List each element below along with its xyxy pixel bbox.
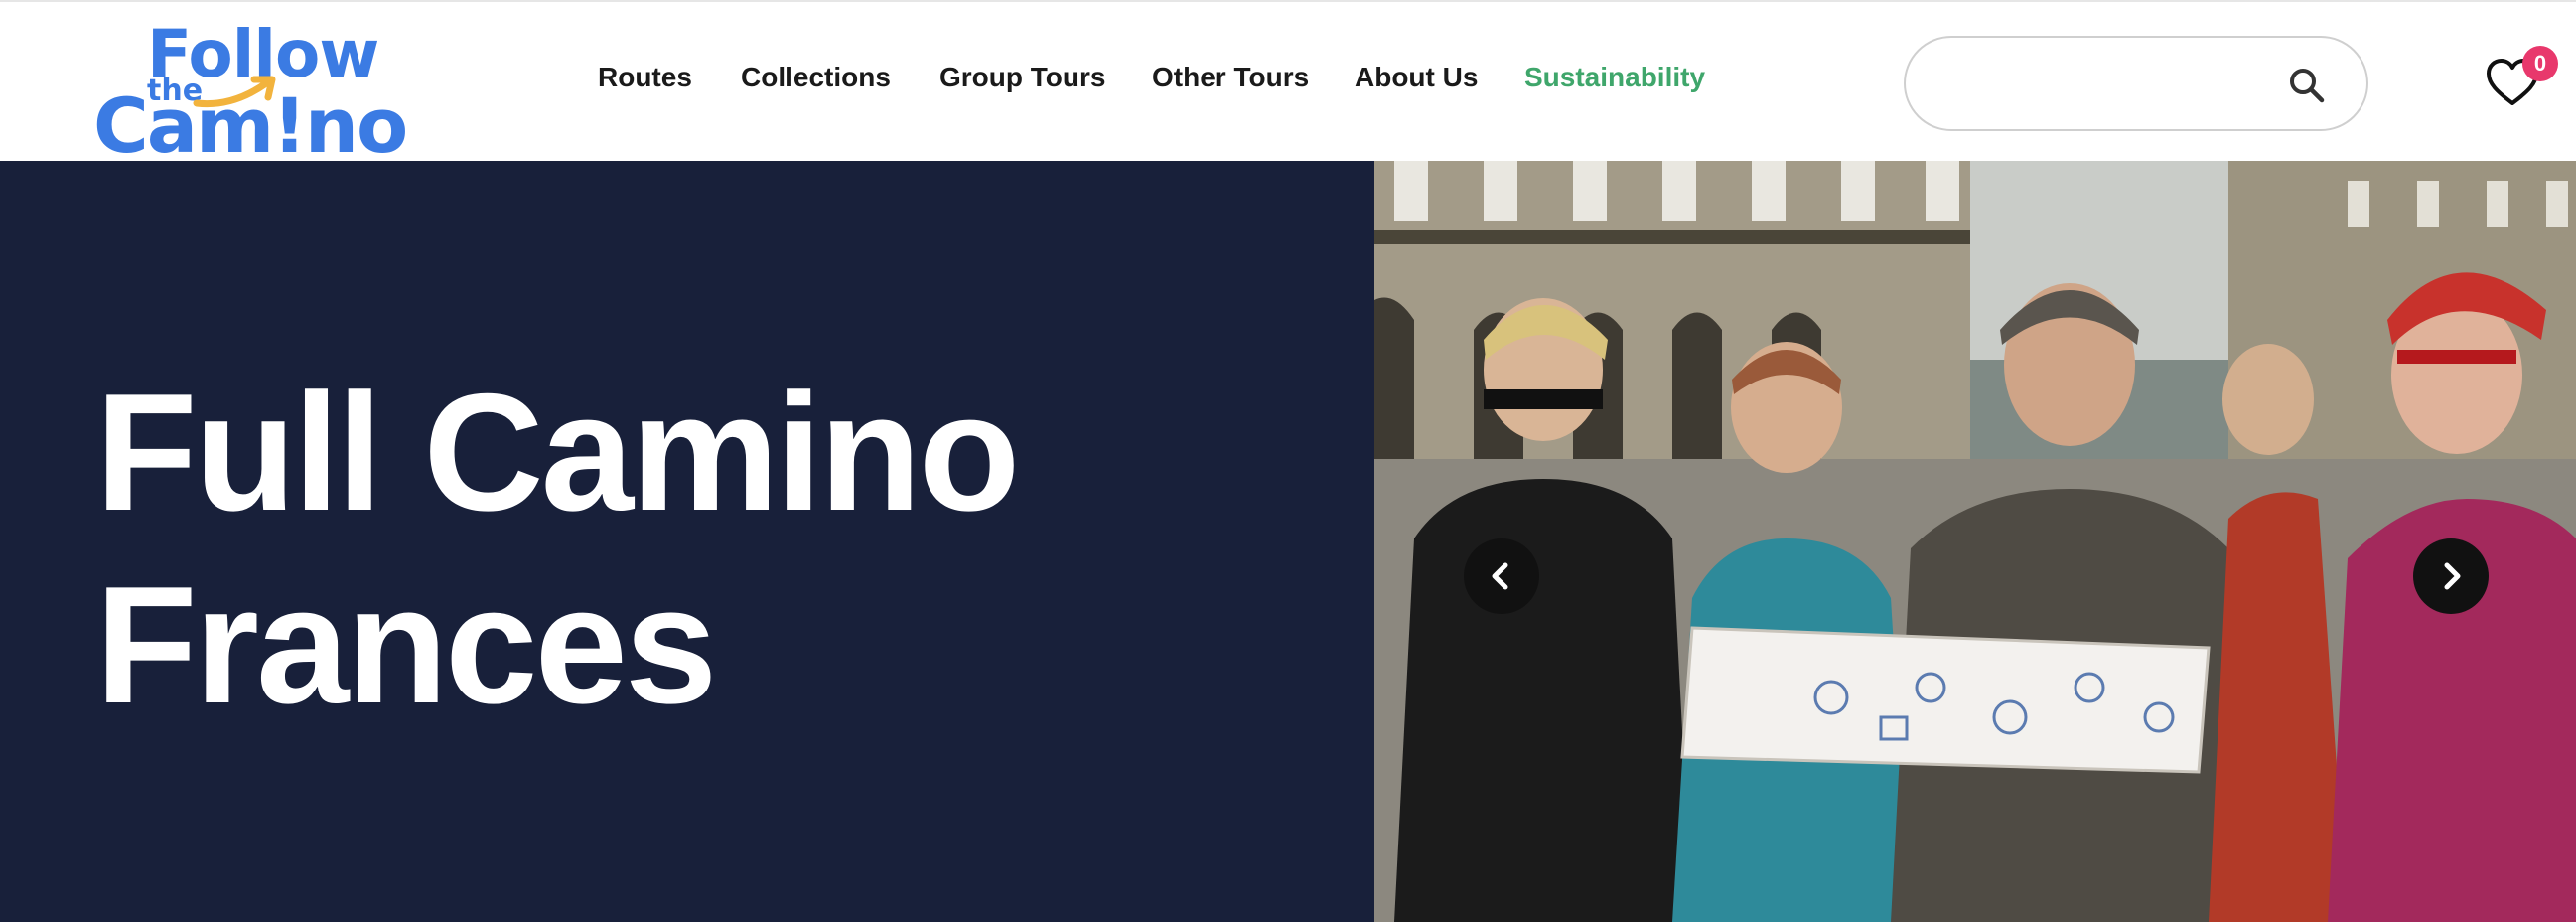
chevron-right-icon xyxy=(2444,562,2461,590)
hero-title: Full Camino Frances xyxy=(95,359,1020,738)
logo[interactable]: Follow the Cam!no xyxy=(93,16,408,170)
logo-camino-text: Cam!no xyxy=(93,81,408,170)
chevron-left-icon xyxy=(1492,562,1508,590)
nav-routes[interactable]: Routes xyxy=(598,62,692,93)
nav-other-tours[interactable]: Other Tours xyxy=(1152,62,1309,93)
site-header: Follow the Cam!no Routes Collections Gro… xyxy=(0,0,2576,170)
carousel-prev-button[interactable] xyxy=(1464,538,1539,614)
carousel-next-button[interactable] xyxy=(2413,538,2489,614)
search-icon[interactable] xyxy=(2287,66,2327,105)
hero-panel: Full Camino Frances xyxy=(0,161,1374,922)
hero-photo xyxy=(1374,161,2576,922)
search-box[interactable] xyxy=(1904,36,2368,131)
nav-collections[interactable]: Collections xyxy=(741,62,891,93)
search-input[interactable] xyxy=(1933,60,2271,109)
hero-carousel xyxy=(1374,161,2576,922)
nav-about-us[interactable]: About Us xyxy=(1355,62,1478,93)
wishlist-count-badge: 0 xyxy=(2522,46,2558,81)
nav-group-tours[interactable]: Group Tours xyxy=(939,62,1105,93)
nav-sustainability[interactable]: Sustainability xyxy=(1524,62,1705,93)
